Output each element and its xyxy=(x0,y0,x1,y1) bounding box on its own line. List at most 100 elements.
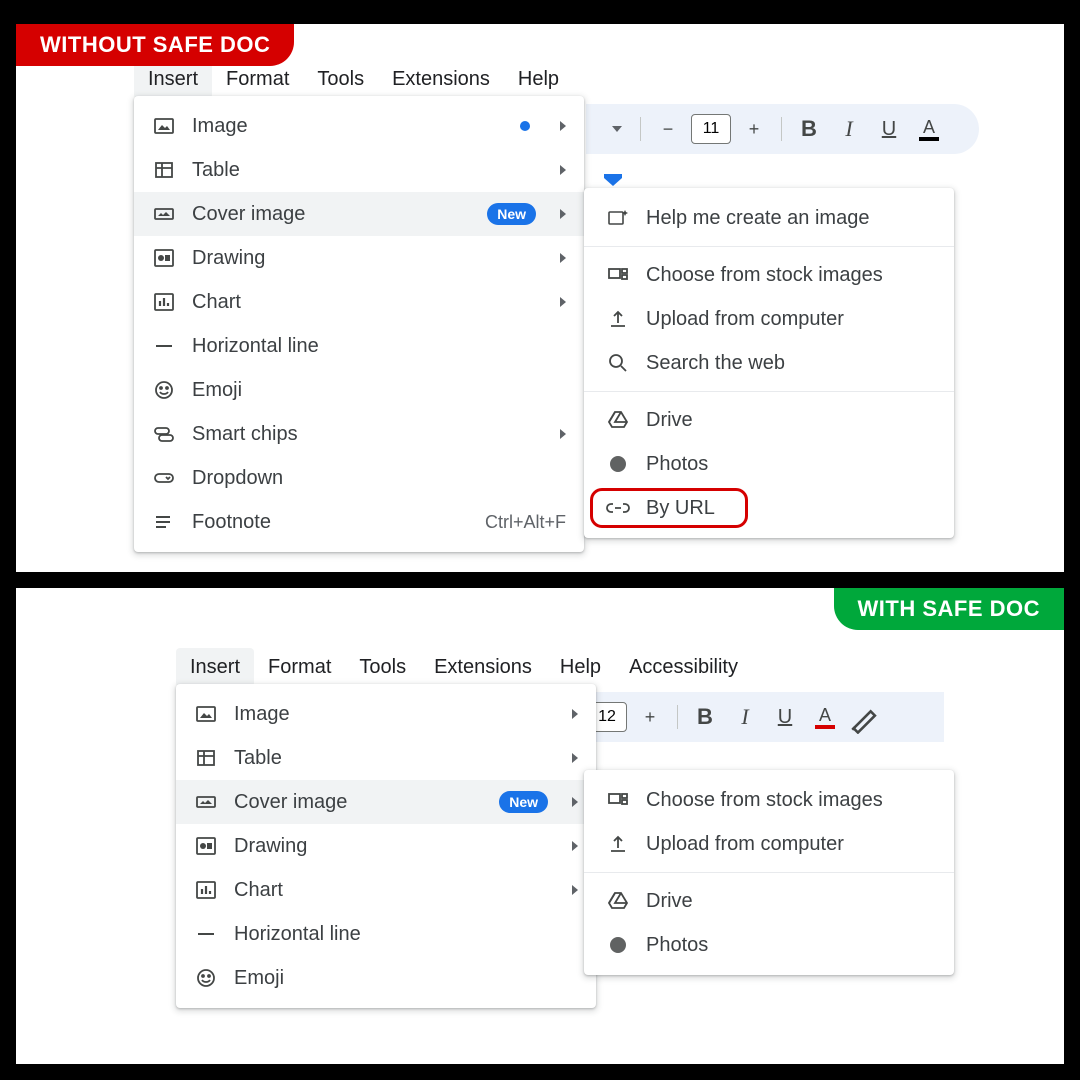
dropdown-icon xyxy=(152,466,176,490)
insert-top-item-smart-chips[interactable]: Smart chips xyxy=(134,412,584,456)
new-dot-icon xyxy=(520,121,530,131)
chevron-right-icon xyxy=(572,885,578,895)
insert-dropdown-bot: ImageTable Cover image New Drawing Chart Hori… xyxy=(176,684,596,1008)
font-dropdown-icon[interactable] xyxy=(596,112,630,146)
menu-insert[interactable]: Insert xyxy=(176,648,254,687)
insert-top-item-image[interactable]: Image xyxy=(134,104,584,148)
cover-top-item-photos[interactable]: Photos xyxy=(584,442,954,486)
menu-tools[interactable]: Tools xyxy=(345,648,420,687)
stock-icon xyxy=(606,263,630,287)
submenu-item-label: By URL xyxy=(646,497,715,520)
insert-bot-item-drawing[interactable]: Drawing xyxy=(176,824,596,868)
underline-button[interactable]: U xyxy=(768,700,802,734)
menu-accessibility[interactable]: Accessibility xyxy=(615,648,752,687)
italic-button[interactable]: I xyxy=(832,112,866,146)
drawing-icon xyxy=(194,834,218,858)
font-size-input[interactable] xyxy=(691,114,731,144)
menu-item-label: Dropdown xyxy=(192,467,566,490)
insert-bot-item-image[interactable]: Image xyxy=(176,692,596,736)
separator xyxy=(781,117,782,141)
cover-top-item-upload-from-computer[interactable]: Upload from computer xyxy=(584,297,954,341)
footnote-icon xyxy=(152,510,176,534)
cover-image-submenu-top: Help me create an image Choose from stock… xyxy=(584,188,954,538)
cover-top-item-help-me-create-an-image[interactable]: Help me create an image xyxy=(584,196,954,240)
menubar-bot: Insert Format Tools Extensions Help Acce… xyxy=(176,648,752,687)
sparkle-icon xyxy=(606,206,630,230)
insert-bot-item-emoji[interactable]: Emoji xyxy=(176,956,596,1000)
chevron-right-icon xyxy=(560,121,566,131)
submenu-item-label: Upload from computer xyxy=(646,833,844,856)
cover-bot-item-choose-from-stock-images[interactable]: Choose from stock images xyxy=(584,778,954,822)
cover-top-item-by-url[interactable]: By URL xyxy=(584,486,954,530)
submenu-item-label: Drive xyxy=(646,409,693,432)
hline-icon xyxy=(194,922,218,946)
increase-font-button[interactable]: + xyxy=(737,112,771,146)
cover-bot-item-photos[interactable]: Photos xyxy=(584,923,954,967)
menu-item-label: Drawing xyxy=(234,835,548,858)
image-icon xyxy=(194,702,218,726)
image-icon xyxy=(152,114,176,138)
menu-item-label: Chart xyxy=(234,879,548,902)
chips-icon xyxy=(152,422,176,446)
divider xyxy=(584,872,954,873)
insert-bot-item-cover-image[interactable]: Cover image New xyxy=(176,780,596,824)
menu-format[interactable]: Format xyxy=(254,648,345,687)
menu-item-label: Cover image xyxy=(192,203,471,226)
search-icon xyxy=(606,351,630,375)
insert-bot-item-horizontal-line[interactable]: Horizontal line xyxy=(176,912,596,956)
upload-icon xyxy=(606,307,630,331)
menu-extensions[interactable]: Extensions xyxy=(378,60,504,99)
emoji-icon xyxy=(194,966,218,990)
chevron-right-icon xyxy=(572,797,578,807)
insert-top-item-emoji[interactable]: Emoji xyxy=(134,368,584,412)
menu-tools[interactable]: Tools xyxy=(303,60,378,99)
chevron-right-icon xyxy=(560,209,566,219)
text-color-button[interactable]: A xyxy=(912,112,946,146)
drive-icon xyxy=(606,408,630,432)
divider xyxy=(584,246,954,247)
menu-item-label: Cover image xyxy=(234,791,483,814)
chevron-right-icon xyxy=(572,753,578,763)
insert-top-item-chart[interactable]: Chart xyxy=(134,280,584,324)
cover-top-item-choose-from-stock-images[interactable]: Choose from stock images xyxy=(584,253,954,297)
cover-top-item-drive[interactable]: Drive xyxy=(584,398,954,442)
insert-top-item-table[interactable]: Table xyxy=(134,148,584,192)
decrease-font-button[interactable]: − xyxy=(651,112,685,146)
italic-button[interactable]: I xyxy=(728,700,762,734)
new-badge: New xyxy=(487,203,536,225)
upload-icon xyxy=(606,832,630,856)
insert-top-item-cover-image[interactable]: Cover image New xyxy=(134,192,584,236)
cover-top-item-search-the-web[interactable]: Search the web xyxy=(584,341,954,385)
insert-bot-item-chart[interactable]: Chart xyxy=(176,868,596,912)
insert-top-item-footnote[interactable]: FootnoteCtrl+Alt+F xyxy=(134,500,584,544)
insert-bot-item-table[interactable]: Table xyxy=(176,736,596,780)
insert-top-item-dropdown[interactable]: Dropdown xyxy=(134,456,584,500)
cover-bot-item-upload-from-computer[interactable]: Upload from computer xyxy=(584,822,954,866)
insert-top-item-drawing[interactable]: Drawing xyxy=(134,236,584,280)
photos-icon xyxy=(606,933,630,957)
menu-help[interactable]: Help xyxy=(546,648,615,687)
table-icon xyxy=(152,158,176,182)
chart-icon xyxy=(152,290,176,314)
increase-font-button[interactable]: + xyxy=(633,700,667,734)
panel-without-safedoc: WITHOUT SAFE DOC Insert Format Tools Ext… xyxy=(16,24,1064,572)
chevron-right-icon xyxy=(560,429,566,439)
new-badge: New xyxy=(499,791,548,813)
drive-icon xyxy=(606,889,630,913)
menu-extensions[interactable]: Extensions xyxy=(420,648,546,687)
highlight-button[interactable] xyxy=(848,700,882,734)
submenu-item-label: Upload from computer xyxy=(646,308,844,331)
underline-button[interactable]: U xyxy=(872,112,906,146)
text-color-button[interactable]: A xyxy=(808,700,842,734)
menu-item-label: Emoji xyxy=(234,967,578,990)
submenu-item-label: Help me create an image xyxy=(646,207,869,230)
menu-help[interactable]: Help xyxy=(504,60,573,99)
cover-bot-item-drive[interactable]: Drive xyxy=(584,879,954,923)
insert-top-item-horizontal-line[interactable]: Horizontal line xyxy=(134,324,584,368)
menu-item-label: Horizontal line xyxy=(192,335,566,358)
bold-button[interactable]: B xyxy=(688,700,722,734)
photos-icon xyxy=(606,452,630,476)
bold-button[interactable]: B xyxy=(792,112,826,146)
menu-item-label: Footnote xyxy=(192,511,469,534)
tab-marker-icon xyxy=(604,174,622,184)
